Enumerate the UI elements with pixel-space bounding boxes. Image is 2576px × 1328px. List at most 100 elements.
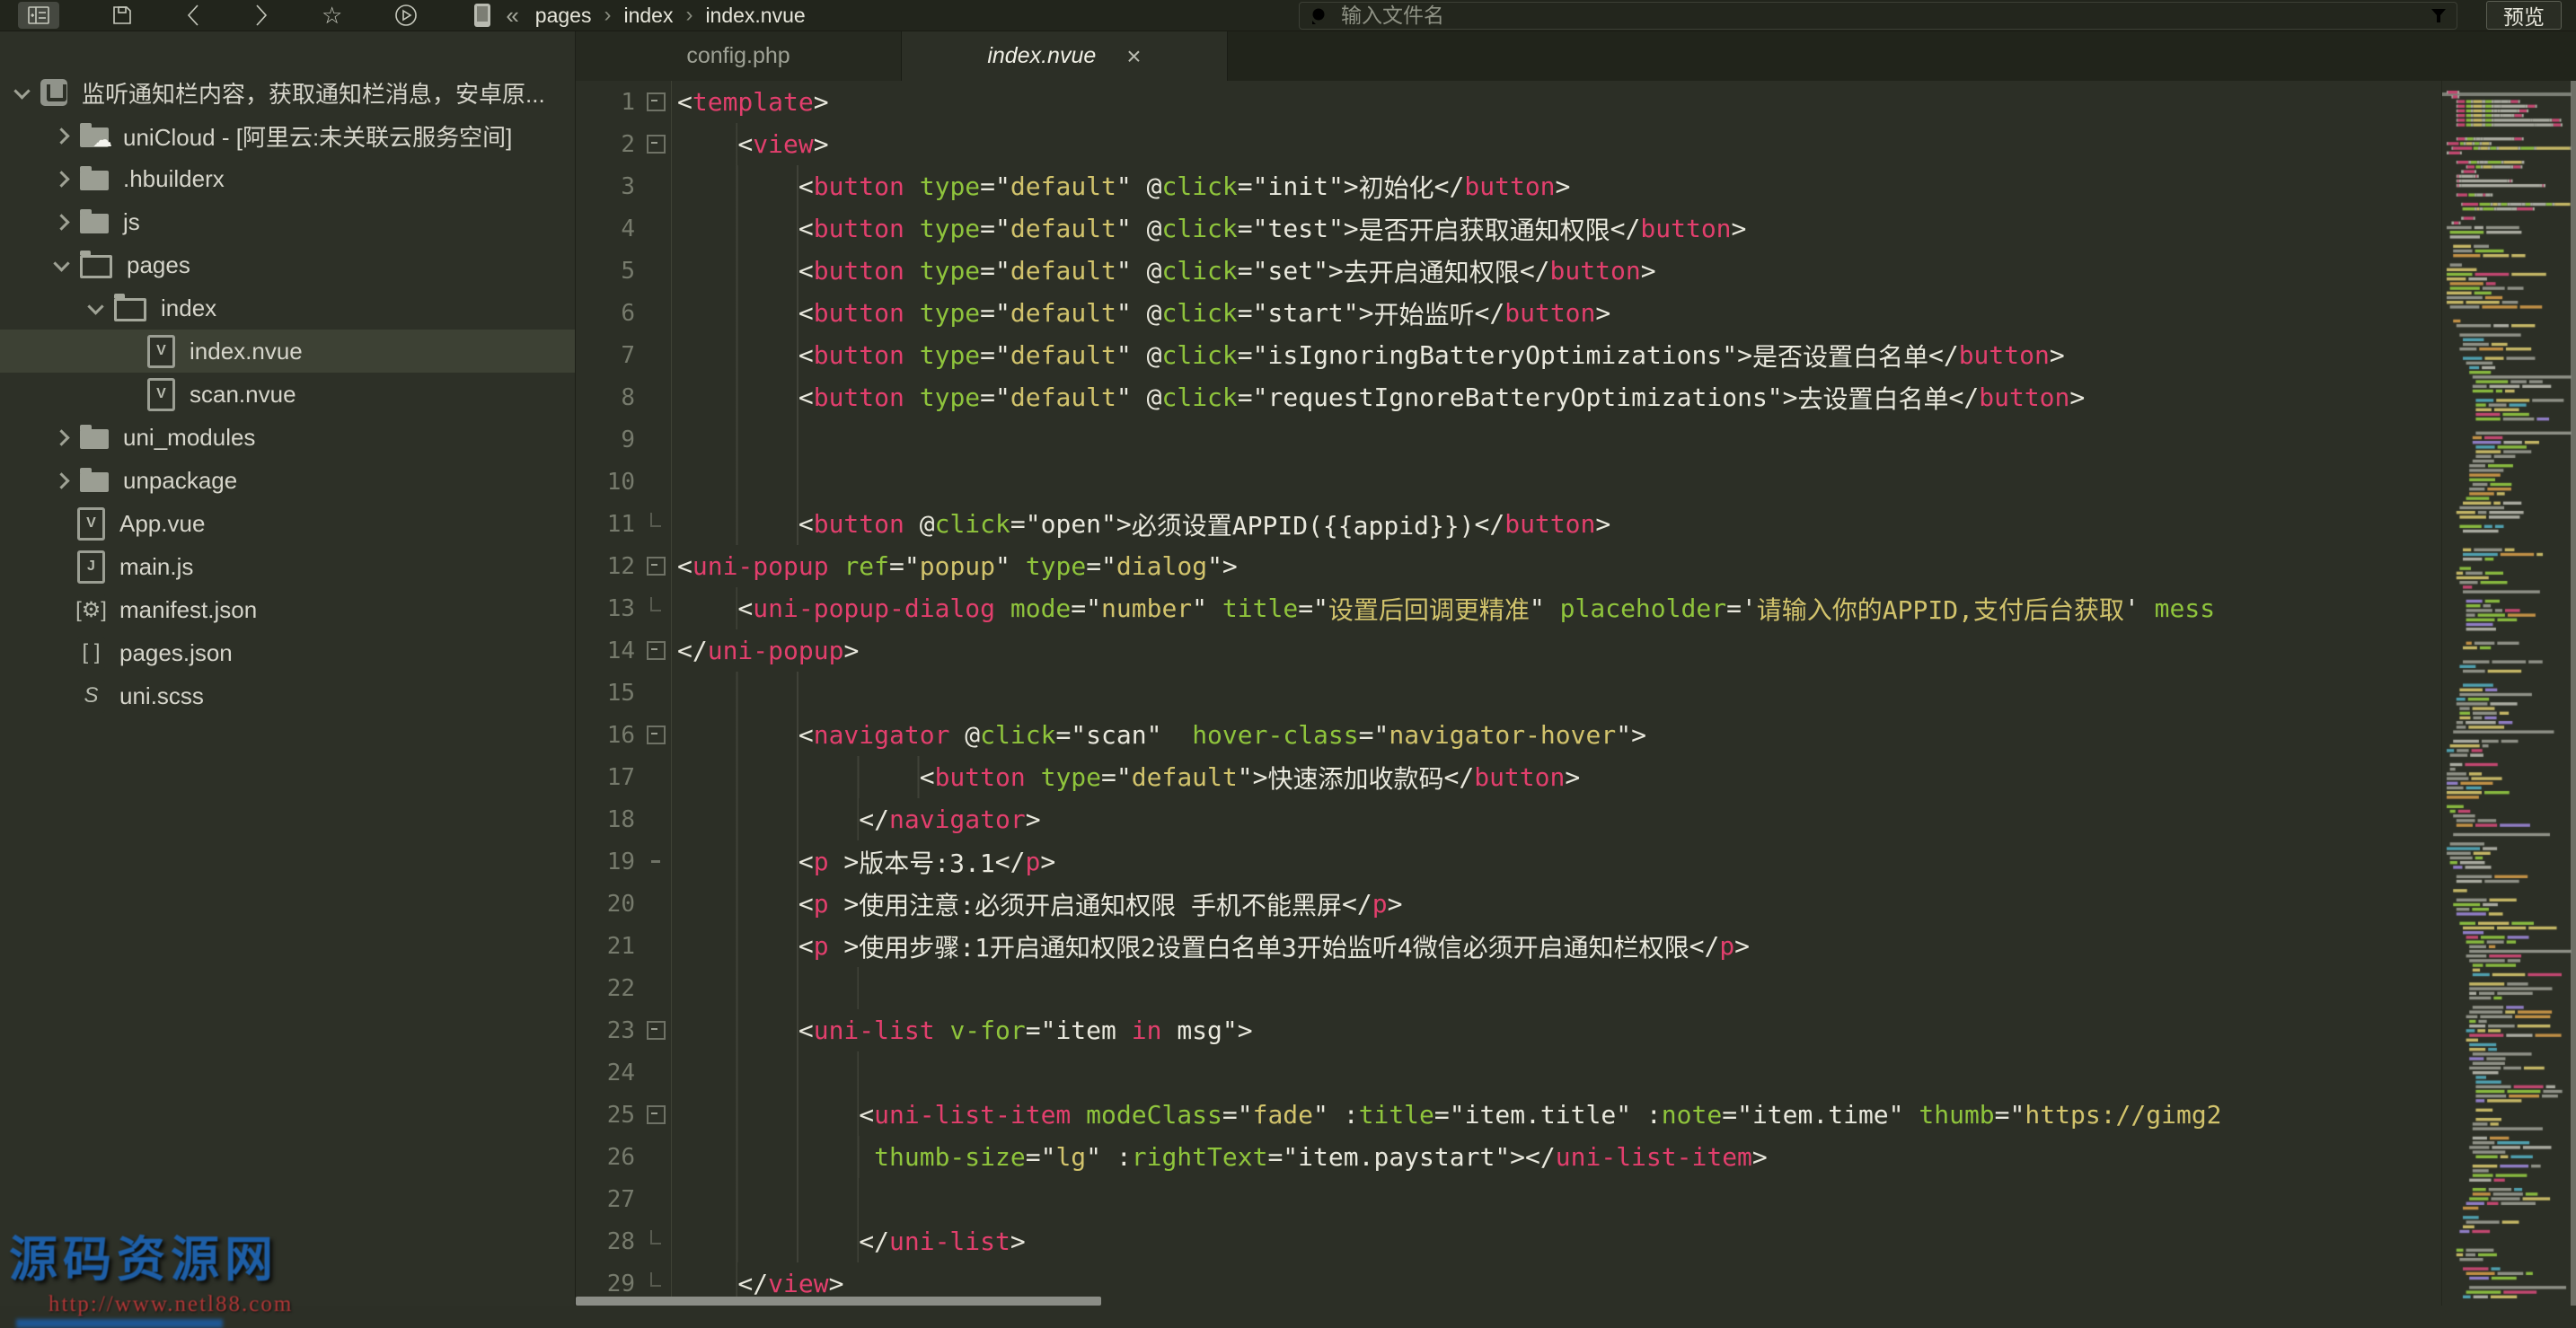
tree-item-pages.json[interactable]: [ ] pages.json: [0, 631, 575, 674]
line-number: 18: [606, 805, 635, 833]
line-number: 13: [606, 594, 635, 622]
tree-item-manifest.json[interactable]: [⚙] manifest.json: [0, 588, 575, 631]
save-icon: [113, 6, 131, 24]
tree-item-label: pages: [127, 251, 190, 278]
tree-item-unicloud-[interactable]: ☁ uniCloud - [阿里云:未关联云服务空间]: [0, 114, 575, 157]
chevron-down-icon[interactable]: [53, 254, 70, 272]
fold-marker-box[interactable]: [640, 1009, 671, 1051]
minimap[interactable]: [2441, 81, 2572, 1306]
code-line[interactable]: 24: [576, 1051, 2441, 1094]
horizontal-scrollbar[interactable]: [576, 1297, 1101, 1306]
close-icon[interactable]: ×: [1126, 43, 1141, 68]
breadcrumb-item-file[interactable]: index.nvue: [705, 4, 805, 28]
code-text: </uni-popup >: [671, 629, 2441, 672]
line-number: 5: [621, 257, 635, 285]
tree-item-uni-modules[interactable]: uni_modules: [0, 416, 575, 459]
scss-file-icon: S: [77, 679, 105, 713]
code-line[interactable]: 10: [576, 461, 2441, 503]
fold-marker-end: [640, 587, 671, 629]
code-text: < p > 使用步骤:1开启通知权限2设置白名单3开始监听4微信必须开启通知栏权限 <…: [671, 925, 2441, 967]
save-button[interactable]: [111, 2, 133, 29]
code-line[interactable]: 28 </uni-list >: [576, 1220, 2441, 1262]
watermark-bar: [16, 1319, 223, 1328]
tree-item-label: scan.nvue: [190, 380, 296, 408]
code-line[interactable]: 22: [576, 967, 2441, 1009]
chevron-right-icon[interactable]: [53, 213, 70, 231]
code-line[interactable]: 5 < button type =" default " @ click =" set "> 去开启…: [576, 250, 2441, 292]
chevron-right-icon[interactable]: [53, 471, 70, 489]
code-text: < button type =" default " @ click =" test "> 是否开…: [671, 207, 2441, 250]
code-line[interactable]: 17 < button type =" default "> 快速添加收款码 </button…: [576, 756, 2441, 798]
fold-marker-box[interactable]: [640, 545, 671, 587]
fold-marker-box[interactable]: [640, 123, 671, 165]
code-line[interactable]: 21 < p > 使用步骤:1开启通知权限2设置白名单3开始监听4微信必须开启通知栏权…: [576, 925, 2441, 967]
tree-item-scan.nvue[interactable]: Vscan.nvue: [0, 373, 575, 416]
code-line[interactable]: 20 < p > 使用注意:必须开启通知权限 手机不能黑屏 </p >: [576, 883, 2441, 925]
back-button[interactable]: [185, 2, 201, 29]
breadcrumb-item-pages[interactable]: pages: [535, 4, 592, 28]
tab-label: config.php: [686, 43, 790, 68]
tree-item-index.nvue[interactable]: Vindex.nvue: [0, 330, 575, 373]
tree-item-.hbuilderx[interactable]: .hbuilderx: [0, 157, 575, 200]
preview-button[interactable]: 预览: [2486, 1, 2562, 30]
chevron-down-icon[interactable]: [13, 82, 31, 100]
project-panel-toggle-button[interactable]: [18, 2, 59, 29]
code-line[interactable]: 11 < button @ click =" open "> 必须设置APPID({{appi…: [576, 503, 2441, 545]
tree-item-unpackage[interactable]: unpackage: [0, 459, 575, 502]
vue-file-icon: V: [77, 506, 105, 541]
breadcrumb-collapse-icon[interactable]: «: [506, 2, 518, 30]
code-line[interactable]: 12 < uni-popup ref =" popup " type =" dialog ">: [576, 545, 2441, 587]
tab-index-nvue[interactable]: index.nvue ×: [902, 31, 1228, 81]
fold-marker-box[interactable]: [640, 1094, 671, 1136]
favorites-button[interactable]: ☆: [322, 2, 342, 29]
line-number: 20: [606, 890, 635, 918]
tab-config-php[interactable]: config.php: [576, 31, 902, 81]
run-button[interactable]: [394, 2, 418, 29]
chevron-right-icon[interactable]: [53, 170, 70, 188]
breadcrumb-item-index[interactable]: index: [623, 4, 673, 28]
fold-marker-box[interactable]: [640, 81, 671, 123]
tree-item-pages[interactable]: pages: [0, 243, 575, 286]
device-button[interactable]: [473, 2, 491, 29]
code-line[interactable]: 15: [576, 672, 2441, 714]
fold-marker-box[interactable]: [640, 629, 671, 672]
filter-funnel-icon[interactable]: [2430, 7, 2448, 25]
code-line[interactable]: 23 < uni-list v-for =" item in msg ">: [576, 1009, 2441, 1051]
code-line[interactable]: 9: [576, 418, 2441, 461]
fold-marker-box[interactable]: [640, 714, 671, 756]
file-search-box[interactable]: [1299, 2, 2457, 30]
tree-item-uni.scss[interactable]: Suni.scss: [0, 674, 575, 717]
search-input[interactable]: [1339, 3, 2430, 29]
code-line[interactable]: 1 < template >: [576, 81, 2441, 123]
code-line[interactable]: 14 </uni-popup >: [576, 629, 2441, 672]
tree-item-main.js[interactable]: Jmain.js: [0, 545, 575, 588]
code-line[interactable]: 19 < p > 版本号:3.1 </p >: [576, 840, 2441, 883]
chevron-right-icon[interactable]: [53, 127, 70, 145]
tree-item-label: pages.json: [119, 638, 233, 666]
code-line[interactable]: 2 < view >: [576, 123, 2441, 165]
tree-item--...[interactable]: 监听通知栏内容，获取通知栏消息，安卓原...: [0, 71, 575, 114]
vertical-scrollbar[interactable]: [2571, 81, 2576, 1306]
tree-item-app.vue[interactable]: V App.vue: [0, 502, 575, 545]
code-line[interactable]: 25 < uni-list-item modeClass =" fade " : title…: [576, 1094, 2441, 1136]
code-line[interactable]: 18 </navigator >: [576, 798, 2441, 840]
code-line[interactable]: 27: [576, 1178, 2441, 1220]
code-line[interactable]: 26 thumb-size =" lg " : rightText =" item.payst…: [576, 1136, 2441, 1178]
code-line[interactable]: 6 < button type =" default " @ click =" start "> 开…: [576, 292, 2441, 334]
code-line[interactable]: 4 < button type =" default " @ click =" test "> 是否…: [576, 207, 2441, 250]
code-line[interactable]: 7 < button type =" default " @ click =" isIgnori…: [576, 334, 2441, 376]
tree-item-label: unpackage: [123, 466, 238, 494]
code-line[interactable]: 3 < button type =" default " @ click =" init "> 初始…: [576, 165, 2441, 207]
chevron-right-icon[interactable]: [53, 428, 70, 446]
code-text: < button type =" default " @ click =" requestIg…: [671, 376, 2441, 418]
top-toolbar: ☆ « pages › index › index.nvue 预览: [0, 0, 2576, 31]
code-line[interactable]: 16 < navigator @ click =" scan " hover-class ="…: [576, 714, 2441, 756]
code-editor[interactable]: 1 < template > 2 < view > 3 < button type =" default…: [576, 81, 2441, 1306]
code-line[interactable]: 8 < button type =" default " @ click =" requestI…: [576, 376, 2441, 418]
tree-item-js[interactable]: js: [0, 200, 575, 243]
forward-button[interactable]: [253, 2, 269, 29]
tree-item-index[interactable]: index: [0, 286, 575, 330]
manifest-file-icon: [⚙]: [75, 593, 107, 627]
code-line[interactable]: 13 < uni-popup-dialog mode =" number " title =…: [576, 587, 2441, 629]
chevron-down-icon[interactable]: [87, 297, 104, 315]
